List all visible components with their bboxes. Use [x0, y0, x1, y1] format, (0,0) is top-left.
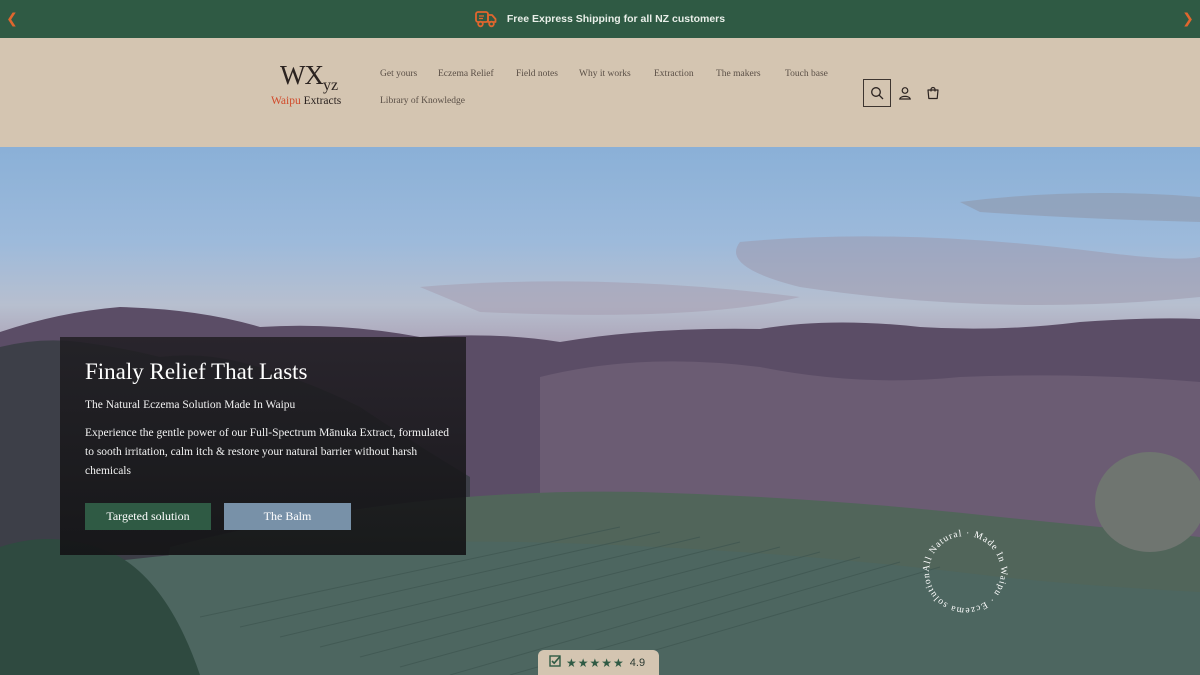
nav-item-get-yours[interactable]: Get yours [380, 69, 417, 79]
nav-item-why-it-works[interactable]: Why it works [579, 69, 631, 79]
nav-item-extraction[interactable]: Extraction [654, 69, 694, 79]
announcement-message: Free Express Shipping for all NZ custome… [474, 10, 726, 28]
nav-item-the-makers[interactable]: The makers [716, 69, 761, 79]
truck-icon [474, 10, 497, 28]
nav-item-library-of-knowledge[interactable]: Library of Knowledge [380, 96, 465, 106]
account-icon[interactable] [891, 79, 919, 107]
nav-item-field-notes[interactable]: Field notes [516, 69, 558, 79]
announcement-bar: ❮ Free Express Shipping for all NZ custo… [0, 0, 1200, 38]
nav-item-eczema-relief[interactable]: Eczema Relief [438, 69, 494, 79]
hero-card: Finaly Relief That Lasts The Natural Ecz… [60, 337, 466, 555]
site-header: WXyz Waipu Extracts Get yours Eczema Rel… [0, 38, 1200, 147]
circular-badge: All Natural · Made In Waipu · Eczema sol… [918, 525, 1008, 615]
rating-badge[interactable]: ★★★★★ 4.9 [538, 650, 659, 675]
hero-title: Finaly Relief That Lasts [85, 359, 308, 384]
header-icons [863, 79, 947, 107]
cart-icon[interactable] [919, 79, 947, 107]
site-logo[interactable]: WXyz Waipu Extracts [268, 60, 358, 112]
search-icon[interactable] [863, 79, 891, 107]
logo-subtitle: Waipu Extracts [271, 95, 342, 107]
nav-item-touch-base[interactable]: Touch base [785, 69, 828, 79]
hero-body: Experience the gentle power of our Full-… [85, 427, 450, 477]
chevron-right-icon[interactable]: ❯ [1178, 9, 1198, 29]
logo-mark: WXyz [280, 60, 339, 94]
rating-stars: ★★★★★ [566, 655, 625, 670]
svg-text:All Natural · Made In Waipu ·: All Natural · Made In Waipu · Eczema sol… [918, 525, 1008, 615]
targeted-solution-button[interactable]: Targeted solution [85, 503, 211, 530]
hero-subtitle: The Natural Eczema Solution Made In Waip… [85, 399, 296, 411]
verified-check-icon [549, 655, 561, 670]
hero-banner: Finaly Relief That Lasts The Natural Ecz… [0, 147, 1200, 675]
announcement-text: Free Express Shipping for all NZ custome… [506, 13, 726, 25]
rating-value: 4.9 [629, 656, 646, 669]
chevron-left-icon[interactable]: ❮ [2, 9, 22, 29]
the-balm-button[interactable]: The Balm [224, 503, 351, 530]
